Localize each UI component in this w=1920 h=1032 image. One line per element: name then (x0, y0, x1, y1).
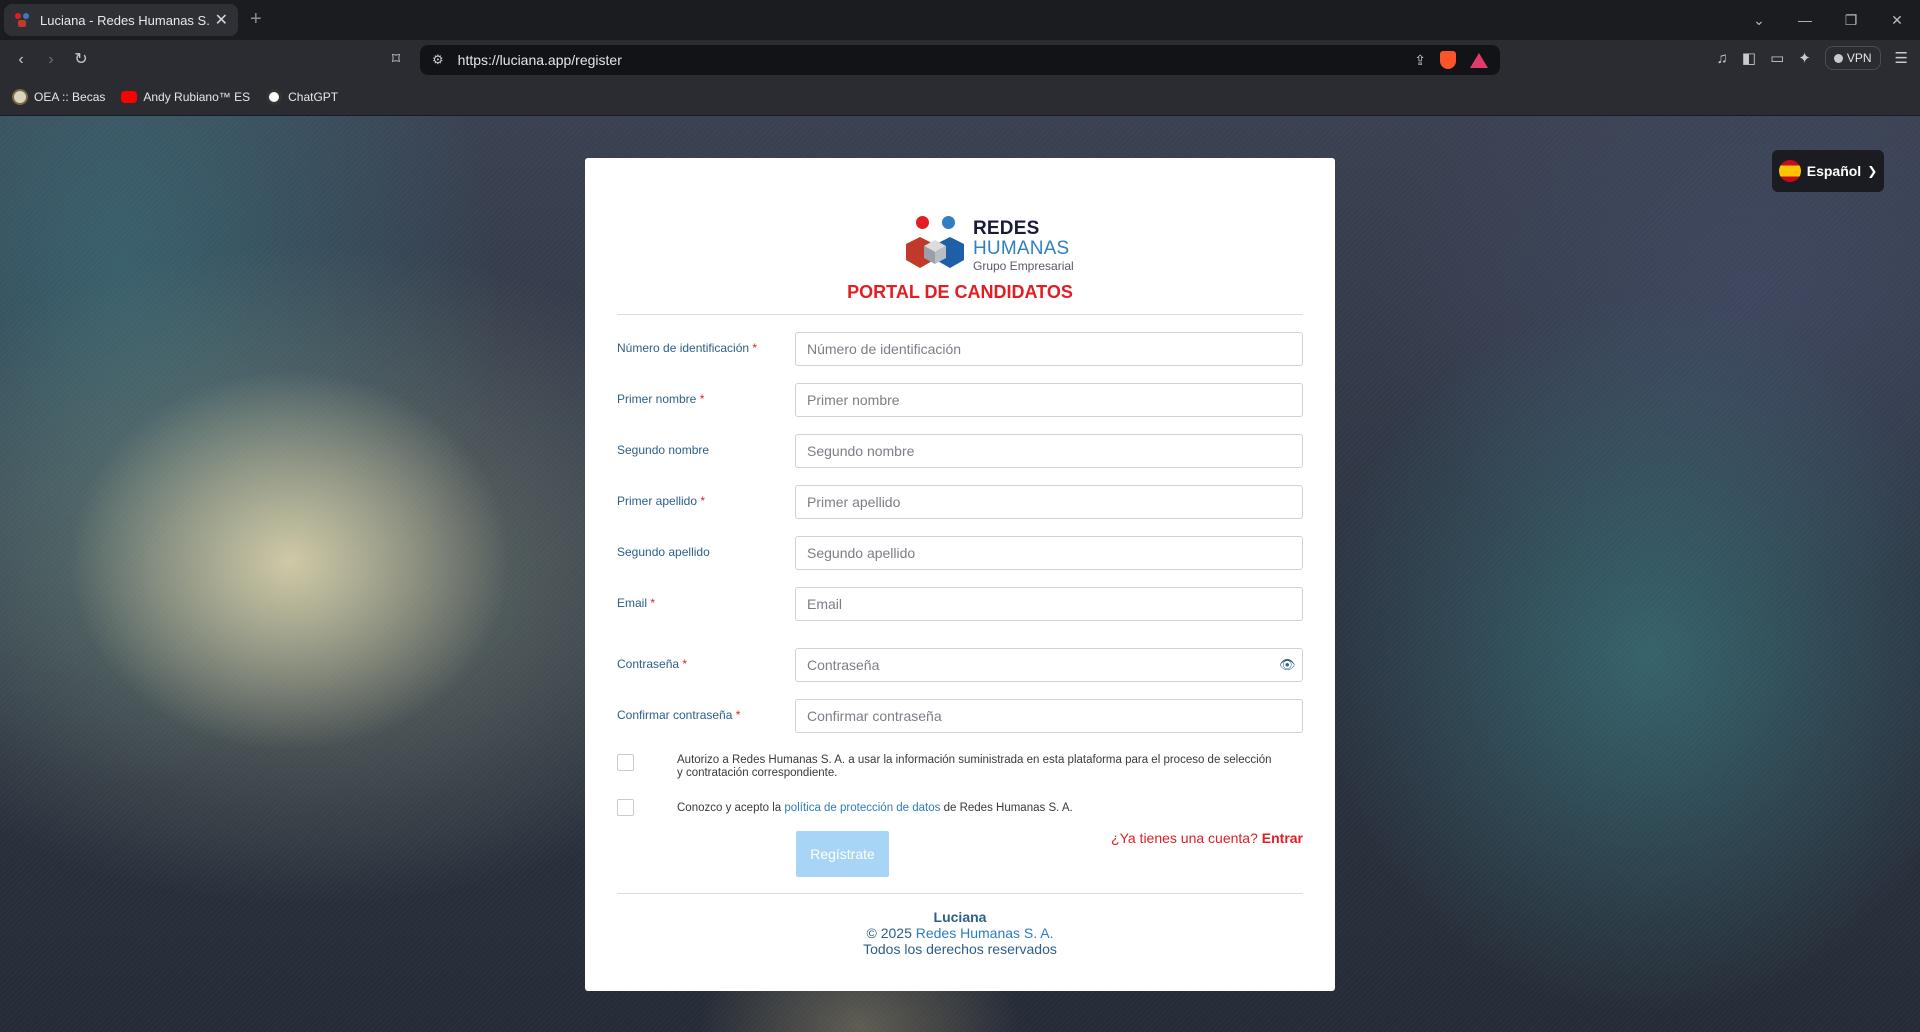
bookmarks-bar: OEA :: Becas Andy Rubiano™ ES ChatGPT (0, 78, 1920, 116)
new-tab-button[interactable]: + (250, 8, 262, 31)
footer-company-link[interactable]: Redes Humanas S. A. (916, 925, 1054, 941)
logo-word-redes: REDES (973, 218, 1040, 239)
site-settings-icon[interactable]: ⚙ (432, 52, 444, 68)
policy-text: Conozco y acepto la política de protecci… (677, 802, 1073, 814)
register-button[interactable]: Regístrate (796, 831, 889, 877)
first-surname-input[interactable] (795, 485, 1303, 519)
sidebar-icon[interactable]: ◧ (1742, 49, 1756, 67)
email-label: Email * (617, 596, 656, 610)
login-link[interactable]: Entrar (1262, 830, 1303, 846)
register-card: REDES HUMANAS Grupo Empresarial PORTAL D… (585, 158, 1335, 991)
youtube-icon (121, 90, 138, 103)
second-name-label: Segundo nombre (617, 443, 710, 457)
bookmark-label: ChatGPT (288, 89, 339, 104)
menu-icon[interactable]: ☰ (1895, 49, 1908, 67)
forward-icon[interactable]: › (40, 49, 62, 71)
login-prompt: ¿Ya tienes una cuenta? Entrar (1111, 830, 1303, 846)
id-number-input[interactable] (795, 332, 1303, 366)
first-surname-label: Primer apellido * (617, 494, 706, 508)
footer-copyright: © 2025 Redes Humanas S. A. (866, 925, 1054, 941)
divider-top (617, 314, 1303, 315)
bookmark-chatgpt[interactable]: ChatGPT (266, 88, 339, 105)
second-name-input[interactable] (795, 434, 1303, 468)
window-controls: ⌄ — ❐ ✕ (1736, 0, 1920, 40)
share-icon[interactable]: ⇪ (1414, 52, 1426, 69)
wallet-icon[interactable]: ▭ (1770, 49, 1784, 67)
consent-checkbox[interactable] (617, 754, 634, 771)
footer-app-name: Luciana (933, 909, 987, 925)
restore-icon[interactable]: ❐ (1828, 12, 1874, 29)
brave-rewards-icon[interactable] (1470, 52, 1488, 68)
address-bar[interactable]: ⚙ https://luciana.app/register ⇪ (420, 45, 1500, 75)
consent-text: Autorizo a Redes Humanas S. A. a usar la… (677, 754, 1272, 779)
field-confirm-password: Confirmar contraseña * (617, 699, 1303, 733)
bookmark-andy-rubiano[interactable]: Andy Rubiano™ ES (121, 90, 250, 104)
page-title: PORTAL DE CANDIDATOS (847, 282, 1073, 302)
logo-word-humanas: HUMANAS (973, 238, 1070, 259)
second-surname-label: Segundo apellido (617, 545, 710, 559)
password-label: Contraseña * (617, 657, 688, 671)
language-selector[interactable]: Español ❯ (1772, 150, 1884, 192)
chatgpt-icon (266, 88, 283, 105)
confirm-password-label: Confirmar contraseña * (617, 708, 741, 722)
media-icon[interactable]: ♫ (1717, 50, 1728, 67)
field-email: Email * (617, 587, 1303, 621)
vpn-label: VPN (1846, 51, 1872, 65)
oea-icon (12, 88, 28, 105)
brave-shields-icon[interactable] (1440, 51, 1456, 69)
close-tab-icon[interactable]: ✕ (215, 10, 228, 30)
close-window-icon[interactable]: ✕ (1874, 12, 1920, 29)
logo-red-dot (916, 216, 929, 229)
field-second-name: Segundo nombre (617, 434, 1303, 468)
footer-rights: Todos los derechos reservados (863, 941, 1057, 957)
url-text[interactable]: https://luciana.app/register (458, 52, 1415, 68)
field-first-surname: Primer apellido * (617, 485, 1303, 519)
policy-link[interactable]: política de protección de datos (784, 802, 940, 814)
field-id-number: Número de identificación * (617, 332, 1303, 366)
tab-search-icon[interactable]: ⌄ (1736, 12, 1782, 29)
divider-bottom (617, 893, 1303, 894)
page-viewport: Español ❯ REDES HUMANAS Grupo Empresaria… (0, 116, 1920, 1032)
spain-flag-icon (1778, 160, 1801, 182)
field-first-name: Primer nombre * (617, 383, 1303, 417)
field-password: Contraseña * 👁 (617, 648, 1303, 682)
email-input[interactable] (795, 587, 1303, 621)
id-number-label: Número de identificación * (617, 341, 758, 355)
logo-blue-dot (942, 216, 955, 229)
first-name-input[interactable] (795, 383, 1303, 417)
logo-tagline: Grupo Empresarial (973, 259, 1074, 273)
toggle-password-visibility-icon[interactable]: 👁 (1279, 657, 1296, 673)
vpn-status-icon (1833, 53, 1843, 63)
back-icon[interactable]: ‹ (10, 49, 32, 71)
logo-mark-icon (906, 237, 964, 268)
browser-toolbar: ‹ › ↻ ⌑ ⚙ https://luciana.app/register ⇪… (0, 40, 1920, 78)
chevron-down-icon: ❯ (1867, 164, 1878, 178)
footer: Luciana © 2025 Redes Humanas S. A. Todos… (585, 909, 1335, 957)
bookmark-icon[interactable]: ⌑ (385, 49, 407, 71)
first-name-label: Primer nombre * (617, 392, 705, 406)
tab-title: Luciana - Redes Humanas S. A. (40, 12, 209, 28)
bookmark-oea[interactable]: OEA :: Becas (12, 88, 106, 105)
vpn-button[interactable]: VPN (1824, 46, 1881, 70)
browser-tab-bar: Luciana - Redes Humanas S. A. ✕ + ⌄ — ❐ … (0, 0, 1920, 40)
password-input[interactable] (795, 648, 1303, 682)
reload-icon[interactable]: ↻ (70, 49, 92, 71)
redes-humanas-favicon-icon (14, 12, 30, 28)
minimize-icon[interactable]: — (1782, 12, 1828, 28)
consent-row: Autorizo a Redes Humanas S. A. a usar la… (617, 754, 1303, 784)
policy-row: Conozco y acepto la política de protecci… (617, 799, 1303, 819)
policy-checkbox[interactable] (617, 799, 634, 816)
language-label: Español (1806, 163, 1862, 179)
confirm-password-input[interactable] (795, 699, 1303, 733)
toolbar-right: ♫ ◧ ▭ ✦ VPN ☰ (1717, 46, 1908, 70)
browser-tab[interactable]: Luciana - Redes Humanas S. A. ✕ (4, 4, 238, 36)
bookmark-label: OEA :: Becas (34, 89, 106, 104)
second-surname-input[interactable] (795, 536, 1303, 570)
field-second-surname: Segundo apellido (617, 536, 1303, 570)
redes-humanas-logo: REDES HUMANAS Grupo Empresarial (906, 216, 1086, 276)
bookmark-label: Andy Rubiano™ ES (143, 89, 251, 104)
leo-ai-icon[interactable]: ✦ (1798, 49, 1811, 67)
